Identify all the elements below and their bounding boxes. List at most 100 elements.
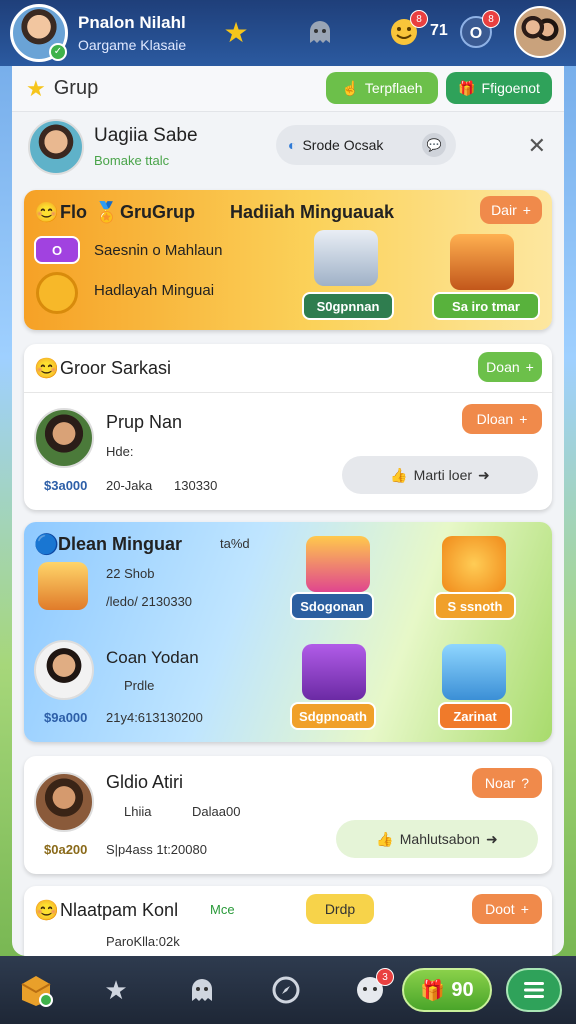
event-tag: Flo [60, 202, 87, 222]
smile-icon: 😊 [34, 900, 59, 922]
group-card: 😊 Groor Sarkasi Doan + Prup Nan Hde: $3a0… [24, 344, 552, 510]
user-name: Uagiia Sabe [94, 125, 198, 146]
search-input[interactable]: ◐ Srode Ocsak 💬 [276, 125, 456, 165]
user-name: Pnalon Nilahl [78, 13, 186, 32]
member-action-button[interactable]: Doot + [472, 894, 542, 924]
home-icon[interactable] [16, 970, 56, 1010]
profile-icon[interactable]: O 8 [456, 10, 500, 52]
svg-text:O: O [470, 25, 482, 42]
message-button[interactable]: 👍 Mahlutsabon ➜ [336, 820, 538, 858]
box-icon [38, 562, 88, 610]
panel-title: Grup [53, 77, 99, 99]
event-line-1: Saesnin o Mahlaun [94, 242, 223, 259]
hand-icon: 👍 [390, 466, 408, 483]
plus-icon: + [522, 202, 531, 218]
ghost-icon[interactable] [182, 970, 222, 1010]
user-info[interactable]: Pnalon Nilahl Oargame Klasaie [78, 13, 208, 53]
friends-avatar[interactable] [514, 6, 566, 58]
member-name: Prup Nan [106, 412, 183, 432]
drop-button[interactable]: Drdp [306, 894, 374, 924]
member-name: Coan Yodan [106, 648, 199, 667]
smile-icon: 😊 [34, 202, 59, 224]
gift-icon: 🎁 [458, 79, 476, 96]
bottom-nav: ★ 3 🎁 90 [0, 956, 576, 1024]
weekly-row-title: 22 Shob [106, 566, 155, 581]
ghost-icon[interactable] [300, 12, 340, 52]
hand-icon: ☝ [341, 79, 359, 96]
user-subtitle: Oargame Klasaie [78, 37, 187, 53]
notify-badge: 8 [482, 10, 500, 28]
gift-box-icon [302, 644, 366, 700]
reward-button-4[interactable]: Zarinat [438, 702, 512, 730]
plus-icon: + [519, 411, 528, 427]
plus-icon: + [520, 901, 529, 917]
gift-button-label: Ffigoenot [481, 80, 540, 96]
member-action-label: Noar [484, 775, 516, 791]
member-action-label: Dloan [476, 411, 514, 427]
coins-count: 90 [451, 978, 474, 1001]
arrow-icon: ➜ [485, 830, 498, 847]
gift-button[interactable]: 🎁 Ffigoenot [446, 72, 552, 104]
user-avatar[interactable]: ✓ [10, 4, 68, 62]
group-title: Groor Sarkasi [60, 358, 172, 378]
chat-icon[interactable]: 3 [350, 968, 394, 1010]
last-card: 😊 Nlaatpam Konl Mce Drdp Doot + ParoKlla:… [24, 886, 552, 956]
join-button[interactable]: ☝ Terpflaeh [326, 72, 438, 104]
member-name: Gldio Atiri [106, 772, 184, 792]
join-group-button[interactable]: Doan + [478, 352, 542, 382]
reward-button-1[interactable]: S0gpnnan [302, 292, 394, 320]
member-sub: Prdle [124, 678, 155, 693]
arcade-reward-icon [450, 234, 514, 290]
weekly-card: 🔵 Dlean Minguar ta%d 22 Shob /ledo/ 2130… [24, 522, 552, 742]
avatar[interactable] [34, 772, 94, 832]
menu-icon [524, 982, 544, 998]
divider [24, 392, 552, 393]
drop-button-label: Drdp [324, 901, 356, 917]
reward-button-2[interactable]: Sa iro tmar [432, 292, 540, 320]
member-stats-2: 130330 [174, 478, 218, 493]
coins-button[interactable]: 🎁 90 [402, 968, 492, 1012]
menu-button[interactable] [506, 968, 562, 1012]
creature-icon [442, 536, 506, 592]
event-card: 😊 Flo 🏅 GruGrup Hadiiah Minguauak Dair + … [24, 190, 552, 330]
star-icon[interactable]: ★ [96, 970, 136, 1010]
reward-button-2[interactable]: S ssnoth [434, 592, 516, 620]
verified-check-icon: ✓ [49, 43, 67, 61]
reward-button-1[interactable]: Sdogonan [290, 592, 374, 620]
member-tag-1: Lhiia [124, 804, 152, 819]
member-action-button[interactable]: Noar? [472, 768, 542, 798]
member-tag-2: Dalaa00 [192, 804, 241, 819]
globe-icon: ◐ [288, 137, 297, 153]
event-cta-label: Dair [491, 202, 517, 218]
member-score: $3a000 [44, 478, 88, 493]
reward-button-3[interactable]: Sdgpnoath [290, 702, 376, 730]
message-button[interactable]: 👍 Marti loer ➜ [342, 456, 538, 494]
member-action-label: Doot [485, 901, 515, 917]
join-button-label: Terpflaeh [364, 80, 423, 96]
user-status: Bomake ttalc [94, 153, 170, 168]
chat-icon[interactable]: 💬 [422, 133, 446, 157]
avatar[interactable] [28, 119, 84, 175]
event-line-2: Hadlayah Minguai [94, 282, 215, 299]
avatar[interactable] [34, 408, 94, 468]
join-group-label: Doan [486, 359, 520, 375]
count-label: 71 [430, 22, 448, 39]
chest-icon [306, 536, 370, 592]
camera-reward-icon [314, 230, 378, 286]
event-group: GruGrup [120, 202, 195, 222]
event-cta-button[interactable]: Dair + [480, 196, 542, 224]
hand-icon: 👍 [376, 830, 394, 847]
member-score: $9a000 [44, 710, 88, 725]
top-bar: ✓ Pnalon Nilahl Oargame Klasaie ★ 8 71 O… [0, 0, 576, 66]
arrow-icon: ➜ [478, 466, 490, 483]
member-card: Gldio Atiri Lhiia Dalaa00 $0a200 S|p4ass… [24, 756, 552, 874]
compass-icon[interactable] [266, 970, 306, 1010]
weekly-row-sub: /ledo/ 2130330 [106, 594, 193, 609]
close-icon[interactable]: ✕ [528, 133, 546, 159]
member-action-button[interactable]: Dloan + [462, 404, 542, 434]
member-stats: 20-Jaka [106, 478, 153, 493]
search-placeholder: Srode Ocsak [302, 137, 384, 153]
emoji-icon[interactable]: 8 [384, 10, 428, 52]
star-icon[interactable]: ★ [216, 12, 256, 52]
avatar[interactable] [34, 640, 94, 700]
